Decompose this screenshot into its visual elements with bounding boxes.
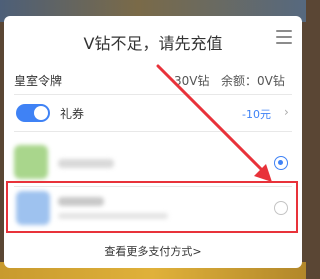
annotation-arrow (156, 64, 272, 182)
